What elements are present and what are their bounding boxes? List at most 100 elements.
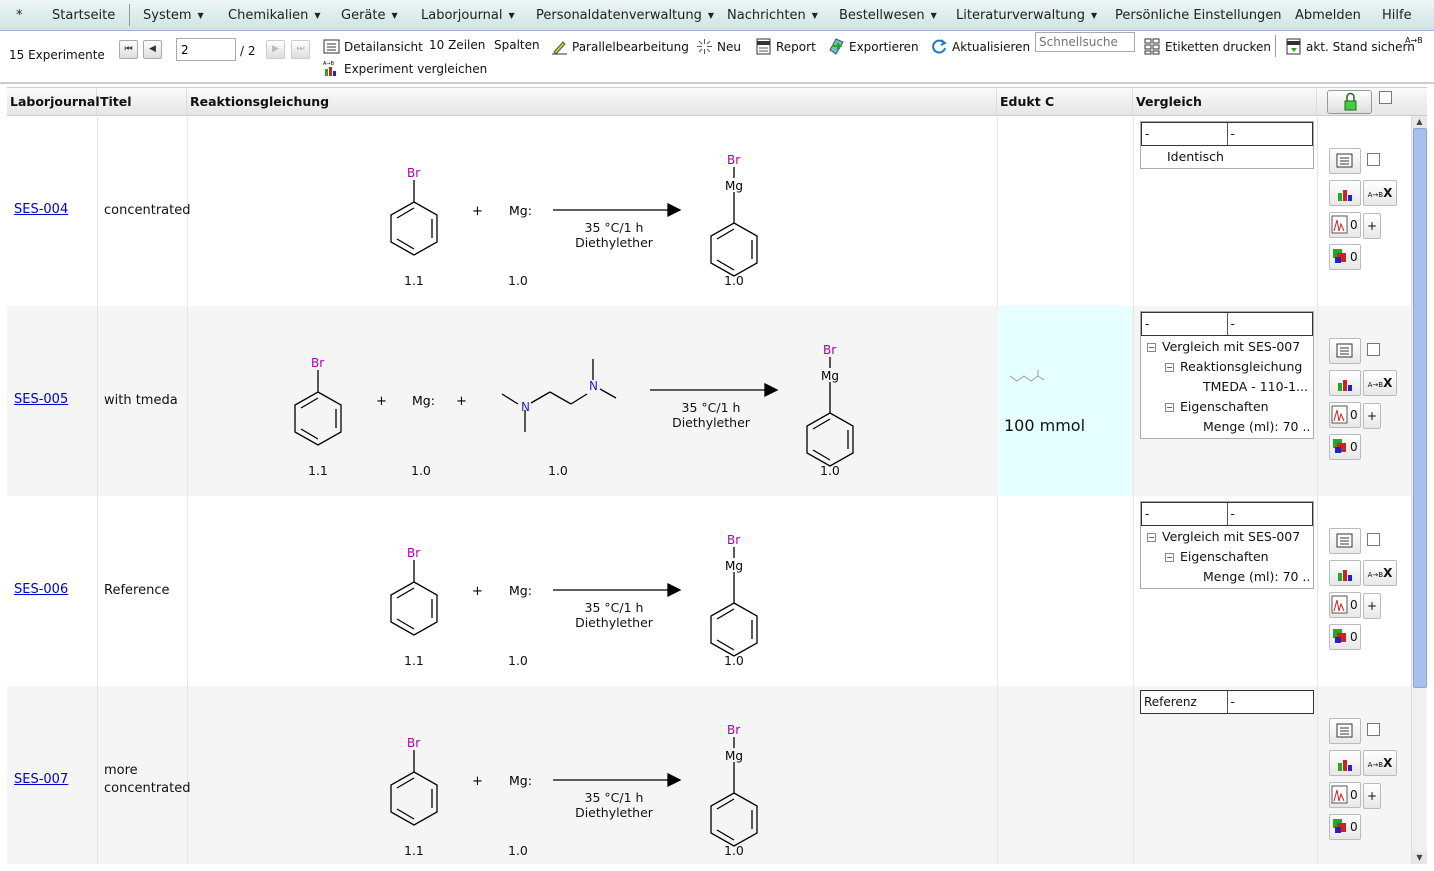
tree-node[interactable]: − Eigenschaften (1143, 547, 1311, 567)
spectra-count: 0 (1350, 408, 1358, 422)
compare-cell[interactable]: - (1228, 313, 1313, 335)
compare-cell[interactable]: - (1228, 503, 1313, 525)
menu-hilfe[interactable]: Hilfe (1382, 8, 1412, 23)
prev-page-button[interactable]: ◀ (143, 40, 162, 59)
last-page-button[interactable]: ⏭ (291, 40, 310, 59)
tree-node[interactable]: − Vergleich mit SES-007 (1143, 527, 1311, 547)
report-button[interactable]: Report (755, 38, 816, 55)
experiment-link[interactable]: SES-007 (14, 772, 68, 787)
menu-nachrichten[interactable]: Nachrichten ▼ (727, 8, 818, 23)
compare-chart-icon: A→B (323, 61, 336, 76)
cell-divider (1133, 686, 1134, 864)
row-checkbox[interactable] (1367, 723, 1380, 736)
columns-button[interactable]: Spalten (494, 38, 540, 52)
remove-compare-button[interactable]: A→BX (1363, 180, 1397, 206)
remove-compare-button[interactable]: A→BX (1363, 750, 1397, 776)
collapse-icon[interactable]: − (1147, 343, 1156, 352)
compare-row-button[interactable] (1329, 560, 1361, 586)
col-titel[interactable]: Titel (97, 88, 187, 116)
spectra-button[interactable]: 0 (1329, 782, 1361, 808)
chemicals-button[interactable]: 0 (1329, 434, 1361, 460)
experiment-link[interactable]: SES-006 (14, 582, 68, 597)
add-button[interactable]: + (1363, 403, 1381, 429)
col-reaktionsgleichung[interactable]: Reaktionsgleichung (187, 88, 997, 116)
next-page-button[interactable]: ▶ (266, 40, 285, 59)
menu-laborjournal[interactable]: Laborjournal ▼ (421, 8, 515, 23)
compare-row-button[interactable] (1329, 180, 1361, 206)
select-all-checkbox[interactable] (1379, 91, 1392, 104)
compare-cell[interactable]: - (1228, 123, 1313, 145)
chemicals-button[interactable]: 0 (1329, 814, 1361, 840)
new-button[interactable]: Neu (696, 38, 741, 55)
export-button[interactable]: Exportieren (828, 38, 919, 55)
tree-node[interactable]: − Eigenschaften (1143, 397, 1311, 417)
collapse-icon[interactable]: − (1165, 363, 1174, 372)
print-labels-button[interactable]: Etiketten drucken (1144, 38, 1271, 55)
parallel-edit-button[interactable]: Parallelbearbeitung (551, 38, 689, 55)
detail-view-button[interactable]: Detailansicht (323, 38, 423, 55)
spectra-button[interactable]: 0 (1329, 592, 1361, 618)
menu-einstellungen[interactable]: Persönliche Einstellungen (1115, 8, 1282, 23)
tree-node[interactable]: − Reaktionsgleichung (1143, 357, 1311, 377)
reaction-temp: 35 °C/1 h (584, 600, 644, 615)
add-button[interactable]: + (1363, 593, 1381, 619)
refresh-button[interactable]: Aktualisieren (931, 38, 1030, 55)
lock-button[interactable] (1327, 90, 1372, 114)
compare-cell[interactable]: - (1228, 691, 1314, 713)
scroll-down-icon[interactable]: ▼ (1412, 852, 1427, 864)
collapse-icon[interactable]: − (1165, 553, 1174, 562)
add-button[interactable]: + (1363, 783, 1381, 809)
detail-row-button[interactable] (1329, 338, 1361, 364)
remove-compare-button[interactable]: A→BX (1363, 560, 1397, 586)
collapse-icon[interactable]: − (1147, 533, 1156, 542)
row-checkbox[interactable] (1367, 343, 1380, 356)
row-checkbox[interactable] (1367, 153, 1380, 166)
menu-abmelden[interactable]: Abmelden (1295, 8, 1361, 23)
scrollbar-thumb[interactable] (1413, 128, 1427, 688)
compare-cell[interactable]: - (1142, 313, 1228, 335)
collapse-icon[interactable]: − (1165, 403, 1174, 412)
chevron-down-icon: ▼ (314, 11, 321, 20)
menu-bestellwesen[interactable]: Bestellwesen ▼ (839, 8, 937, 23)
page-input[interactable] (176, 38, 236, 61)
compare-cell[interactable]: - (1142, 123, 1228, 145)
rows-button[interactable]: 10 Zeilen (429, 38, 485, 52)
compare-row-button[interactable] (1329, 370, 1361, 396)
menu-geraete[interactable]: Geräte ▼ (341, 8, 398, 23)
remove-compare-button[interactable]: A→BX (1363, 370, 1397, 396)
spectra-button[interactable]: 0 (1329, 402, 1361, 428)
menu-literatur[interactable]: Literaturverwaltung ▼ (956, 8, 1097, 23)
detail-row-button[interactable] (1329, 718, 1361, 744)
col-vergleich[interactable]: Vergleich (1133, 88, 1317, 116)
row-checkbox[interactable] (1367, 533, 1380, 546)
reaction-conditions: 35 °C/1 h Diethylether (549, 220, 679, 250)
spectrum-icon (1331, 215, 1348, 234)
col-laborjournal[interactable]: Laborjournal (7, 88, 100, 116)
add-button[interactable]: + (1363, 213, 1381, 239)
experiment-link[interactable]: SES-005 (14, 392, 68, 407)
compare-cell[interactable]: Referenz (1141, 691, 1228, 713)
chemicals-button[interactable]: 0 (1329, 244, 1361, 270)
scroll-up-icon[interactable]: ▲ (1412, 116, 1427, 128)
menu-chemikalien[interactable]: Chemikalien ▼ (228, 8, 320, 23)
experiment-link[interactable]: SES-004 (14, 202, 68, 217)
detail-row-button[interactable] (1329, 148, 1361, 174)
cell-divider (1317, 306, 1318, 496)
detail-row-button[interactable] (1329, 528, 1361, 554)
col-edukt-c[interactable]: Edukt C (997, 88, 1133, 116)
menu-personaldaten[interactable]: Personaldatenverwaltung ▼ (536, 8, 714, 23)
first-page-button[interactable]: ⏮ (119, 40, 138, 59)
compare-row-button[interactable] (1329, 750, 1361, 776)
compare-experiment-button[interactable]: A→B Experiment vergleichen (323, 60, 487, 77)
menu-startseite[interactable]: Startseite (52, 8, 115, 23)
save-state-button[interactable]: akt. Stand sichern (1285, 38, 1415, 55)
n-atom-label: N (521, 400, 530, 414)
quick-search-input[interactable] (1035, 32, 1135, 52)
chemicals-button[interactable]: 0 (1329, 624, 1361, 650)
vertical-scrollbar[interactable]: ▲ ▼ (1411, 116, 1427, 864)
spectra-button[interactable]: 0 (1329, 212, 1361, 238)
menu-system[interactable]: System ▼ (143, 8, 204, 23)
menu-star[interactable]: * (16, 8, 23, 23)
tree-node[interactable]: − Vergleich mit SES-007 (1143, 337, 1311, 357)
compare-cell[interactable]: - (1142, 503, 1228, 525)
